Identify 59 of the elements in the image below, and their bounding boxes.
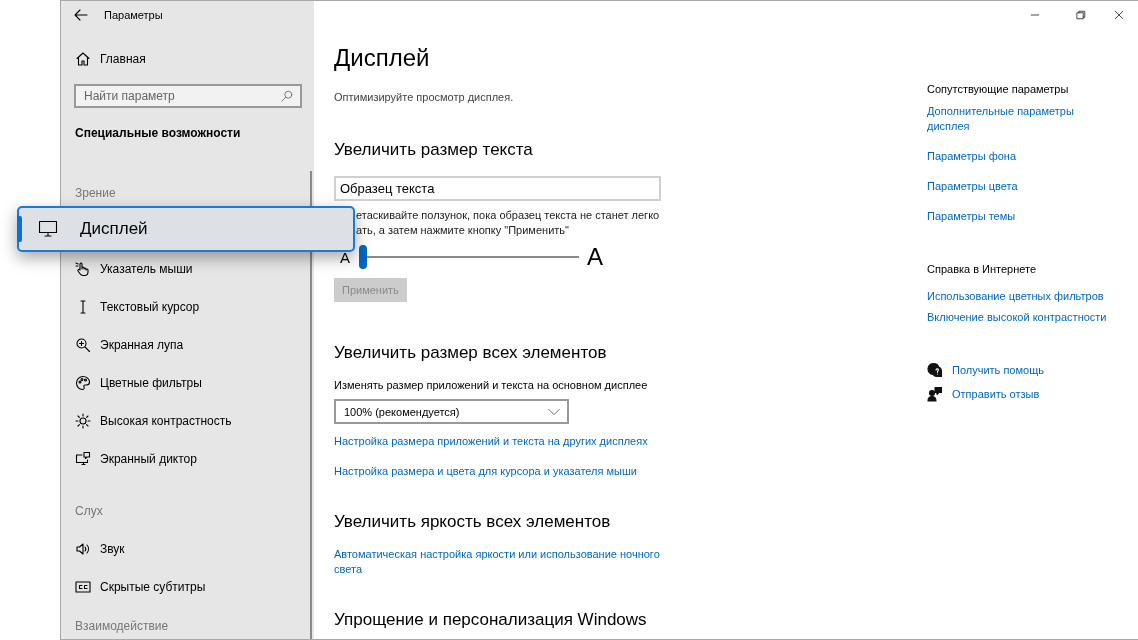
large-letter-label: A: [587, 245, 603, 269]
instruction-text: етаскивайте ползунок, пока образец текста не станет легко: [356, 208, 660, 223]
sun-icon: [75, 413, 91, 429]
close-icon: [1113, 9, 1125, 21]
related-link[interactable]: Дополнительные параметры дисплея: [927, 104, 1087, 134]
search-icon: [280, 89, 294, 103]
slider-thumb[interactable]: [359, 245, 367, 269]
selected-nav-item[interactable]: Дисплей: [17, 206, 355, 252]
nav-item[interactable]: Скрытые субтитры: [61, 568, 314, 606]
related-link[interactable]: Параметры фона: [927, 149, 1017, 164]
restore-icon: [1075, 9, 1087, 21]
window-title: Параметры: [104, 9, 163, 21]
section-heading: Увеличить размер всех элементов: [334, 342, 607, 364]
selection-indicator: [17, 216, 22, 242]
action-link[interactable]: Получить помощь: [952, 362, 1044, 378]
page-description: Оптимизируйте просмотр дисплея.: [334, 90, 514, 105]
monitor-icon: [38, 219, 58, 239]
related-link[interactable]: Параметры темы: [927, 209, 1016, 224]
settings-link[interactable]: Настройка размера и цвета для курсора и указателя мыши: [334, 464, 637, 479]
help-heading: Справка в Интернете: [927, 262, 1037, 277]
section-heading: Увеличить размер текста: [334, 139, 533, 161]
related-heading: Сопутствующие параметры: [927, 82, 1069, 97]
home-nav-item[interactable]: Главная: [61, 40, 314, 78]
nav-item[interactable]: Экранная лупа: [61, 326, 314, 364]
action-link[interactable]: Отправить отзыв: [952, 386, 1040, 402]
hand-pointer-icon: [75, 261, 91, 277]
section-label: Взаимодействие: [75, 618, 169, 635]
help-link[interactable]: Использование цветных фильтров: [927, 289, 1104, 304]
section-heading: Увеличить яркость всех элементов: [334, 511, 611, 533]
instruction-text: ать, а затем нажмите кнопку "Применить": [356, 223, 569, 238]
help-link[interactable]: Включение высокой контрастности: [927, 310, 1107, 325]
section-label: Зрение: [75, 185, 116, 202]
nav-item[interactable]: Текстовый курсор: [61, 288, 314, 326]
home-icon: [75, 51, 91, 67]
related-link[interactable]: Параметры цвета: [927, 179, 1018, 194]
palette-icon: [75, 375, 91, 391]
speaker-icon: [75, 541, 91, 557]
settings-link[interactable]: Настройка размера приложений и текста на других дисплеях: [334, 434, 648, 449]
person-feedback-icon: [927, 386, 943, 402]
nav-item[interactable]: Цветные фильтры: [61, 364, 314, 402]
narrator-icon: [75, 451, 91, 467]
search-field[interactable]: Найти параметр: [74, 84, 302, 108]
category-heading: Специальные возможности: [75, 125, 242, 142]
nav-item[interactable]: Звук: [61, 530, 314, 568]
captions-icon: [75, 579, 91, 595]
magnifier-icon: [75, 337, 91, 353]
back-arrow-icon: [73, 7, 89, 23]
section-heading: Упрощение и персонализация Windows: [334, 609, 647, 631]
help-chat-icon: [927, 362, 943, 378]
section-label: Слух: [75, 503, 103, 520]
page-title: Дисплей: [334, 43, 430, 73]
nav-item[interactable]: Указатель мыши: [61, 250, 314, 288]
nav-item[interactable]: Экранный диктор: [61, 440, 314, 478]
scrollbar[interactable]: [310, 171, 312, 639]
back-button[interactable]: [73, 7, 89, 23]
nav-item[interactable]: Высокая контрастность: [61, 402, 314, 440]
scale-dropdown[interactable]: 100% (рекомендуется): [334, 399, 569, 424]
field-label: Изменять размер приложений и текста на основном дисплее: [334, 378, 648, 393]
settings-link[interactable]: Автоматическая настройка яркости или использование ночного света: [334, 547, 669, 577]
